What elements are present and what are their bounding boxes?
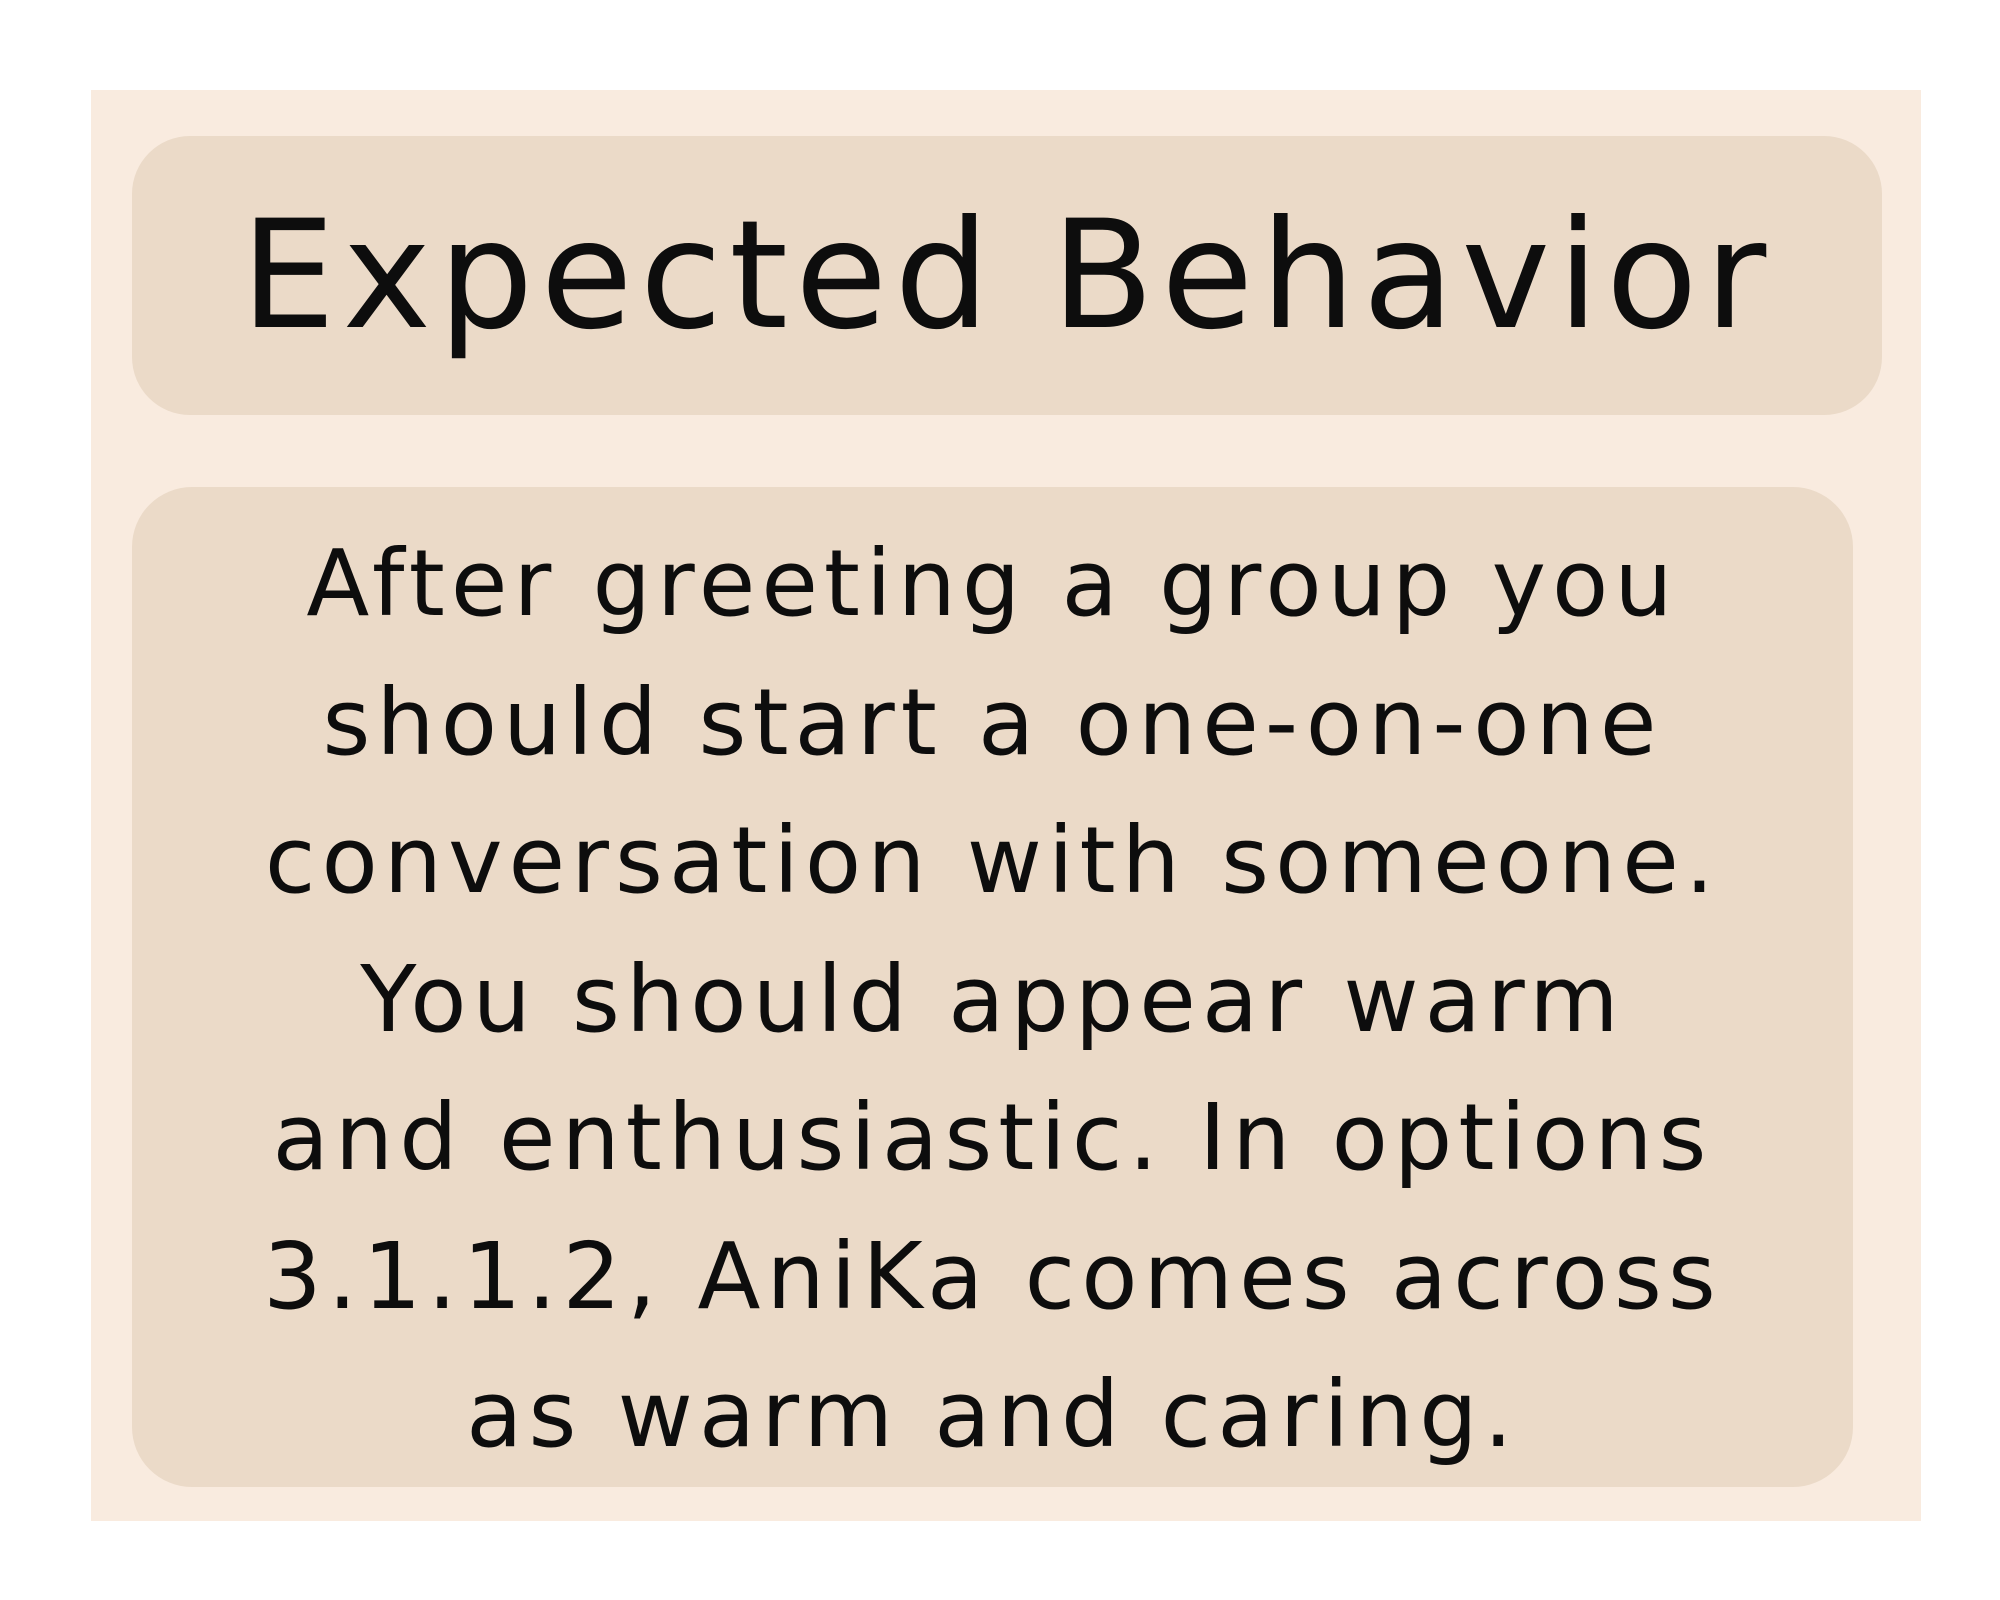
description-line: conversation with someone. xyxy=(264,807,1721,914)
description-box: After greeting a group you should start … xyxy=(132,487,1853,1487)
card-title: Expected Behavior xyxy=(240,188,1774,363)
description-text: After greeting a group you should start … xyxy=(132,515,1853,1485)
expected-behavior-card: Expected Behavior After greeting a group… xyxy=(91,90,1921,1521)
title-box: Expected Behavior xyxy=(132,136,1882,415)
description-line: as warm and caring. xyxy=(466,1361,1519,1468)
description-line: You should appear warm xyxy=(360,945,1625,1053)
description-line: and enthusiastic. In options xyxy=(272,1084,1713,1191)
description-line: 3.1.1.2, AniKa comes across xyxy=(263,1222,1722,1330)
description-line: should start a one-on-one xyxy=(322,668,1663,776)
description-line: After greeting a group you xyxy=(306,530,1679,637)
